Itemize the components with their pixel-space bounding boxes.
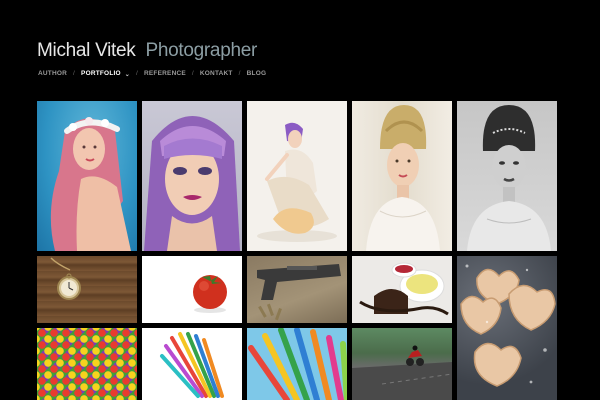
nav-item-reference[interactable]: REFERENCE [144,70,186,77]
portrait-bw-updo-image [467,105,551,251]
gallery-tile-portrait-purple-hair[interactable] [142,101,242,251]
gallery-tile-candies[interactable] [37,328,137,400]
chocolate-dessert-image [359,262,449,316]
gallery-tile-portrait-blonde-updo[interactable] [352,101,452,251]
gallery-tile-motorcycle[interactable] [352,328,452,400]
portrait-purple-hair-image [144,116,240,251]
gallery-tile-chocolate-dessert[interactable] [352,256,452,323]
nav-item-author[interactable]: AUTHOR [38,70,67,77]
portrait-pink-hair-image [50,117,131,251]
gallery-tile-fashion-seated[interactable] [247,101,347,251]
portrait-blonde-updo-image [366,105,440,251]
nav-item-kontakt[interactable]: KONTAKT [200,70,233,77]
nav-item-blog[interactable]: BLOG [247,70,267,77]
heart-cookies-image [460,264,556,387]
gallery-tile-heart-cookies[interactable] [457,256,557,400]
site-header: Michal Vitek Photographer [37,40,257,62]
straws-closeup-image [248,328,347,400]
chevron-down-icon[interactable]: ⌄ [125,72,130,78]
photographer-name[interactable]: Michal Vitek [37,40,136,61]
nav-separator: / [238,70,241,77]
tomato-image [193,275,227,313]
pistol-image [257,264,341,321]
motorcycle-image [352,345,452,400]
gallery-tile-portrait-bw-updo[interactable] [457,101,557,251]
photographer-role: Photographer [145,40,258,61]
site-title[interactable]: Michal Vitek Photographer [37,40,257,62]
nav-separator: / [191,70,194,77]
fashion-seated-image [257,122,337,242]
gallery-tile-portrait-pink-hair[interactable] [37,101,137,251]
gallery-tile-pocket-watch[interactable] [37,256,137,323]
gallery-tile-pistol[interactable] [247,256,347,323]
gallery-tile-tomato[interactable] [142,256,242,323]
straws-bundle-image [160,332,224,398]
pocket-watch-image [50,257,81,300]
nav-item-portfolio-label[interactable]: PORTFOLIO [81,70,121,77]
nav-separator: / [73,70,76,77]
nav-item-portfolio[interactable]: PORTFOLIO ⌄ [81,70,130,78]
main-nav: AUTHOR / PORTFOLIO ⌄ / REFERENCE / KONTAK… [38,70,267,78]
gallery-tile-straws-closeup[interactable] [247,328,347,400]
nav-separator: / [135,70,138,77]
gallery-tile-straws-bundle[interactable] [142,328,242,400]
